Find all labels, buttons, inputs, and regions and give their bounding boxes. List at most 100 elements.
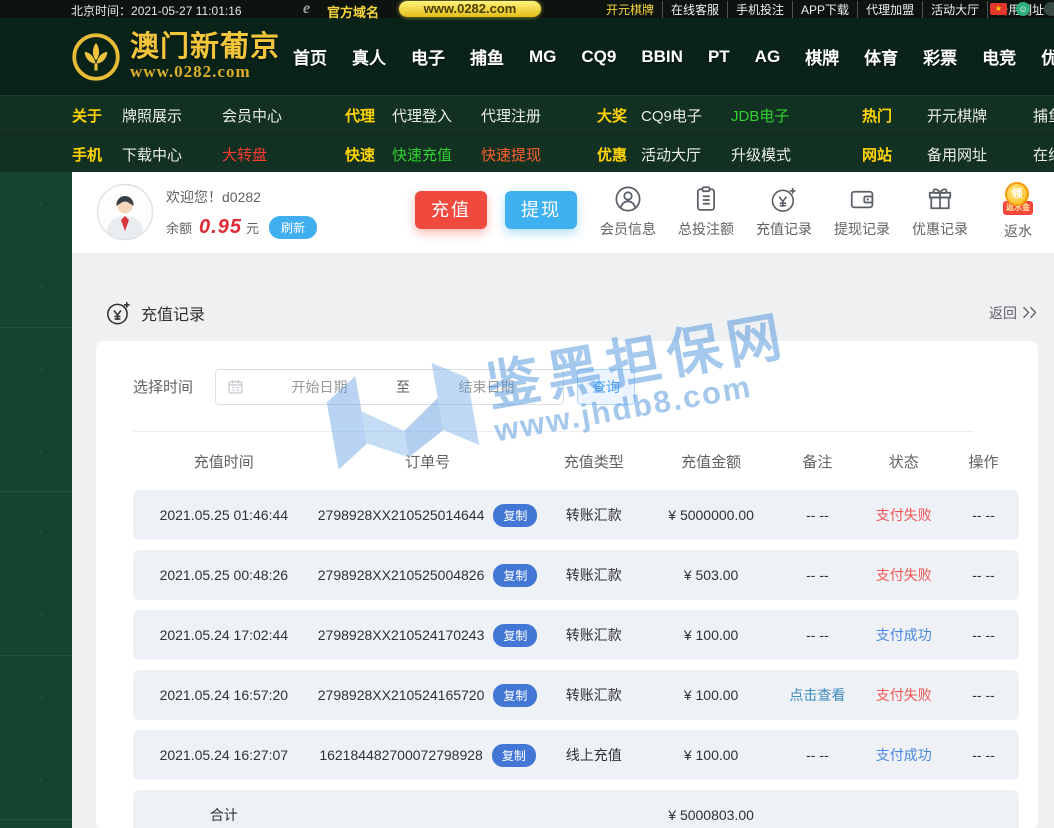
main-menu-item[interactable]: 首页 bbox=[293, 44, 327, 69]
cell-time: 2021.05.25 00:48:26 bbox=[159, 567, 289, 583]
quick-deposit-record[interactable]: 充值记录 bbox=[748, 184, 820, 241]
col-header-action: 操作 bbox=[968, 453, 999, 471]
copy-button[interactable]: 复制 bbox=[493, 623, 538, 647]
sub-nav-item[interactable]: 活动大厅 bbox=[641, 144, 731, 165]
sub-nav-item[interactable]: 关于 bbox=[72, 105, 122, 126]
official-domain-pill[interactable]: www.0282.com bbox=[399, 1, 541, 17]
sub-nav-item[interactable]: 开元棋牌 bbox=[927, 105, 1033, 126]
copy-button[interactable]: 复制 bbox=[493, 683, 538, 707]
back-link[interactable]: 返回 bbox=[989, 303, 1038, 323]
main-menu-item[interactable]: MG bbox=[529, 47, 556, 67]
cell-note: -- -- bbox=[775, 507, 859, 523]
sub-nav-item[interactable]: 代理注册 bbox=[481, 105, 597, 126]
cell-note: -- -- bbox=[775, 627, 859, 643]
main-menu-item[interactable]: CQ9 bbox=[581, 47, 616, 67]
cell-action: -- -- bbox=[972, 627, 995, 643]
quick-promo-record[interactable]: 优惠记录 bbox=[904, 184, 976, 241]
balance-label: 余额 bbox=[166, 221, 193, 236]
sub-nav-item[interactable]: 大奖 bbox=[597, 105, 641, 126]
sub-nav-item[interactable]: 快速 bbox=[345, 144, 392, 165]
main-menu-item[interactable]: PT bbox=[708, 47, 730, 67]
brand[interactable]: 澳门新葡京 www.0282.com bbox=[0, 32, 280, 81]
service-round-icon[interactable]: ☺ bbox=[1016, 2, 1030, 16]
cell-type: 转账汇款 bbox=[565, 687, 622, 703]
avatar bbox=[96, 183, 154, 241]
top-link[interactable]: 在线客服 bbox=[662, 0, 727, 18]
balance-line: 余额 0.95 元 刷新 bbox=[166, 216, 317, 239]
top-link[interactable]: 代理加盟 bbox=[857, 0, 922, 18]
col-header-amount: 充值金额 bbox=[681, 453, 742, 471]
start-date-placeholder[interactable]: 开始日期 bbox=[243, 377, 396, 397]
table-row: 2021.05.24 16:27:07 16218448270007279892… bbox=[133, 730, 1019, 780]
cell-note: 点击查看 bbox=[775, 685, 859, 705]
quick-member-info[interactable]: 会员信息 bbox=[592, 184, 664, 241]
quick-withdraw-record[interactable]: 提现记录 bbox=[826, 184, 898, 241]
main-menu-item[interactable]: AG bbox=[755, 47, 781, 67]
cell-amount: ¥ 100.00 bbox=[683, 747, 739, 763]
sub-nav-item[interactable]: 会员中心 bbox=[222, 105, 345, 126]
copy-button[interactable]: 复制 bbox=[493, 563, 538, 587]
main-menu-item[interactable]: 电竞 bbox=[982, 44, 1016, 69]
date-range-input[interactable]: 开始日期 至 结束日期 bbox=[215, 368, 565, 405]
table-row: 2021.05.25 01:46:44 2798928XX21052501464… bbox=[133, 490, 1019, 540]
rebate-coin: 领 bbox=[1005, 182, 1029, 206]
main-menu-item[interactable]: 优惠 bbox=[1041, 44, 1054, 69]
rebate-icon: 领 返水金 bbox=[996, 182, 1040, 216]
table-body: 2021.05.25 01:46:44 2798928XX21052501464… bbox=[96, 490, 1038, 780]
sub-nav-item[interactable]: JDB电子 bbox=[731, 105, 862, 126]
sub-nav-item[interactable]: 快速提现 bbox=[481, 144, 597, 165]
refresh-button[interactable]: 刷新 bbox=[268, 216, 317, 239]
main-menu-item[interactable]: 真人 bbox=[352, 44, 386, 69]
cell-amount: ¥ 5000000.00 bbox=[668, 507, 754, 523]
search-button[interactable]: 查询 bbox=[577, 368, 636, 405]
sub-nav-item[interactable]: 备用网址 bbox=[927, 144, 1033, 165]
copy-button[interactable]: 复制 bbox=[491, 743, 536, 767]
sub-nav-item[interactable]: 热门 bbox=[862, 105, 927, 126]
total-row: 合计 ¥ 5000803.00 bbox=[133, 790, 1019, 828]
sub-nav-item[interactable]: 捕鱼达人 bbox=[1033, 105, 1054, 126]
sub-nav-item[interactable]: 快速充值 bbox=[392, 144, 481, 165]
sub-nav-item[interactable]: 网站 bbox=[862, 144, 927, 165]
table-header: 充值时间 订单号 充值类型 充值金额 备注 状态 操作 bbox=[133, 432, 1019, 490]
main-menu-item[interactable]: 捕鱼 bbox=[470, 44, 504, 69]
edge-round-icon[interactable] bbox=[1044, 2, 1054, 16]
end-date-placeholder[interactable]: 结束日期 bbox=[410, 377, 563, 397]
main-menu-item[interactable]: BBIN bbox=[641, 47, 683, 67]
china-flag-icon[interactable]: ★ bbox=[990, 2, 1007, 15]
user-info: 欢迎您！d0282 余额 0.95 元 刷新 bbox=[166, 187, 317, 239]
deposit-button[interactable]: 充值 bbox=[415, 191, 487, 229]
sub-nav-item[interactable]: 下载中心 bbox=[122, 144, 222, 165]
user-bar: 欢迎您！d0282 余额 0.95 元 刷新 充值 提现 会员信息 总投注额 充… bbox=[72, 172, 1054, 253]
sub-nav-item[interactable]: 大转盘 bbox=[222, 144, 345, 165]
beijing-time: 北京时间：2021-05-27 11:01:16 bbox=[71, 4, 242, 18]
sub-nav-item[interactable]: 牌照展示 bbox=[122, 105, 222, 126]
top-links: 开元棋牌在线客服手机投注APP下载代理加盟活动大厅备用网址 bbox=[598, 0, 1052, 18]
withdraw-button[interactable]: 提现 bbox=[505, 191, 577, 229]
deposit-record-title-icon bbox=[107, 302, 130, 325]
top-link[interactable]: 手机投注 bbox=[727, 0, 792, 18]
top-link[interactable]: APP下载 bbox=[792, 0, 857, 18]
quick-rebate[interactable]: 领 返水金 返水 bbox=[982, 182, 1054, 241]
note-text[interactable]: 点击查看 bbox=[789, 687, 845, 703]
page-root: 北京时间：2021-05-27 11:01:16 e 官方域名 www.0282… bbox=[0, 0, 1054, 828]
top-link[interactable]: 活动大厅 bbox=[922, 0, 987, 18]
cell-status: 支付失败 bbox=[859, 565, 948, 585]
main-menu-item[interactable]: 电子 bbox=[411, 44, 445, 69]
sub-nav-item[interactable]: 代理登入 bbox=[392, 105, 481, 126]
col-header-status: 状态 bbox=[888, 453, 919, 471]
main-menu-item[interactable]: 棋牌 bbox=[805, 44, 839, 69]
order-number: 162184482700072798928 bbox=[319, 747, 483, 763]
sub-nav-item[interactable]: 优惠 bbox=[597, 144, 641, 165]
order-number: 2798928XX210524170243 bbox=[317, 627, 485, 643]
sub-nav-item[interactable]: 在线客服 bbox=[1033, 144, 1054, 165]
sub-nav-item[interactable]: 代理 bbox=[345, 105, 392, 126]
copy-button[interactable]: 复制 bbox=[493, 503, 538, 527]
main-menu-item[interactable]: 彩票 bbox=[923, 44, 957, 69]
top-link[interactable]: 开元棋牌 bbox=[598, 1, 662, 18]
sub-nav-item[interactable]: 手机 bbox=[72, 144, 122, 165]
sub-nav-item[interactable]: 升级模式 bbox=[731, 144, 862, 165]
quick-links: 会员信息 总投注额 充值记录 提现记录 优惠记录 领 返水金 返水 bbox=[592, 182, 1054, 241]
sub-nav-item[interactable]: CQ9电子 bbox=[641, 105, 731, 126]
quick-total-bets[interactable]: 总投注额 bbox=[670, 184, 742, 241]
main-menu-item[interactable]: 体育 bbox=[864, 44, 898, 69]
